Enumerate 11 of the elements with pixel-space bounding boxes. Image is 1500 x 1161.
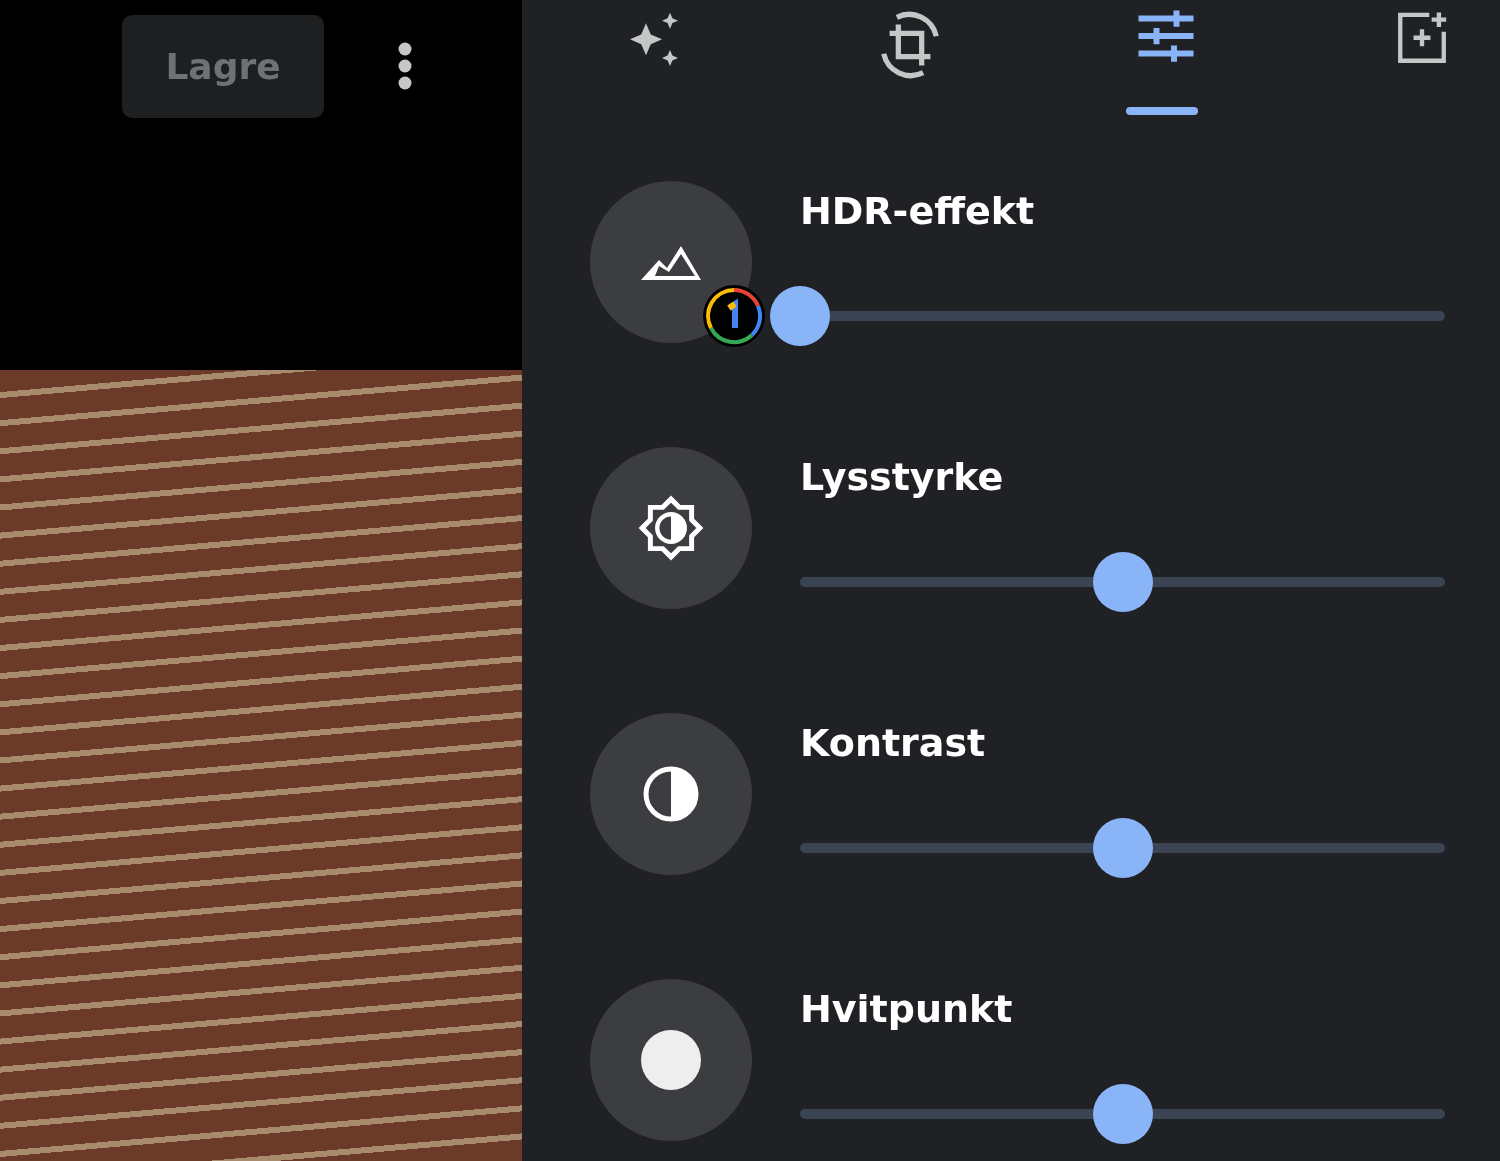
slider-label: Hvitpunkt — [800, 987, 1014, 1033]
slider-label: HDR-effekt — [800, 189, 1036, 235]
contrast-icon — [641, 764, 701, 824]
slider-label: Lysstyrke — [800, 455, 1005, 501]
slider-label: Kontrast — [800, 721, 987, 767]
tab-indicator — [1126, 107, 1198, 115]
brightness-icon — [638, 495, 704, 561]
save-button[interactable]: Lagre — [122, 15, 324, 118]
more-options-icon[interactable] — [397, 41, 413, 91]
filled-circle-icon — [641, 1030, 701, 1090]
slider-thumb[interactable] — [770, 286, 830, 346]
